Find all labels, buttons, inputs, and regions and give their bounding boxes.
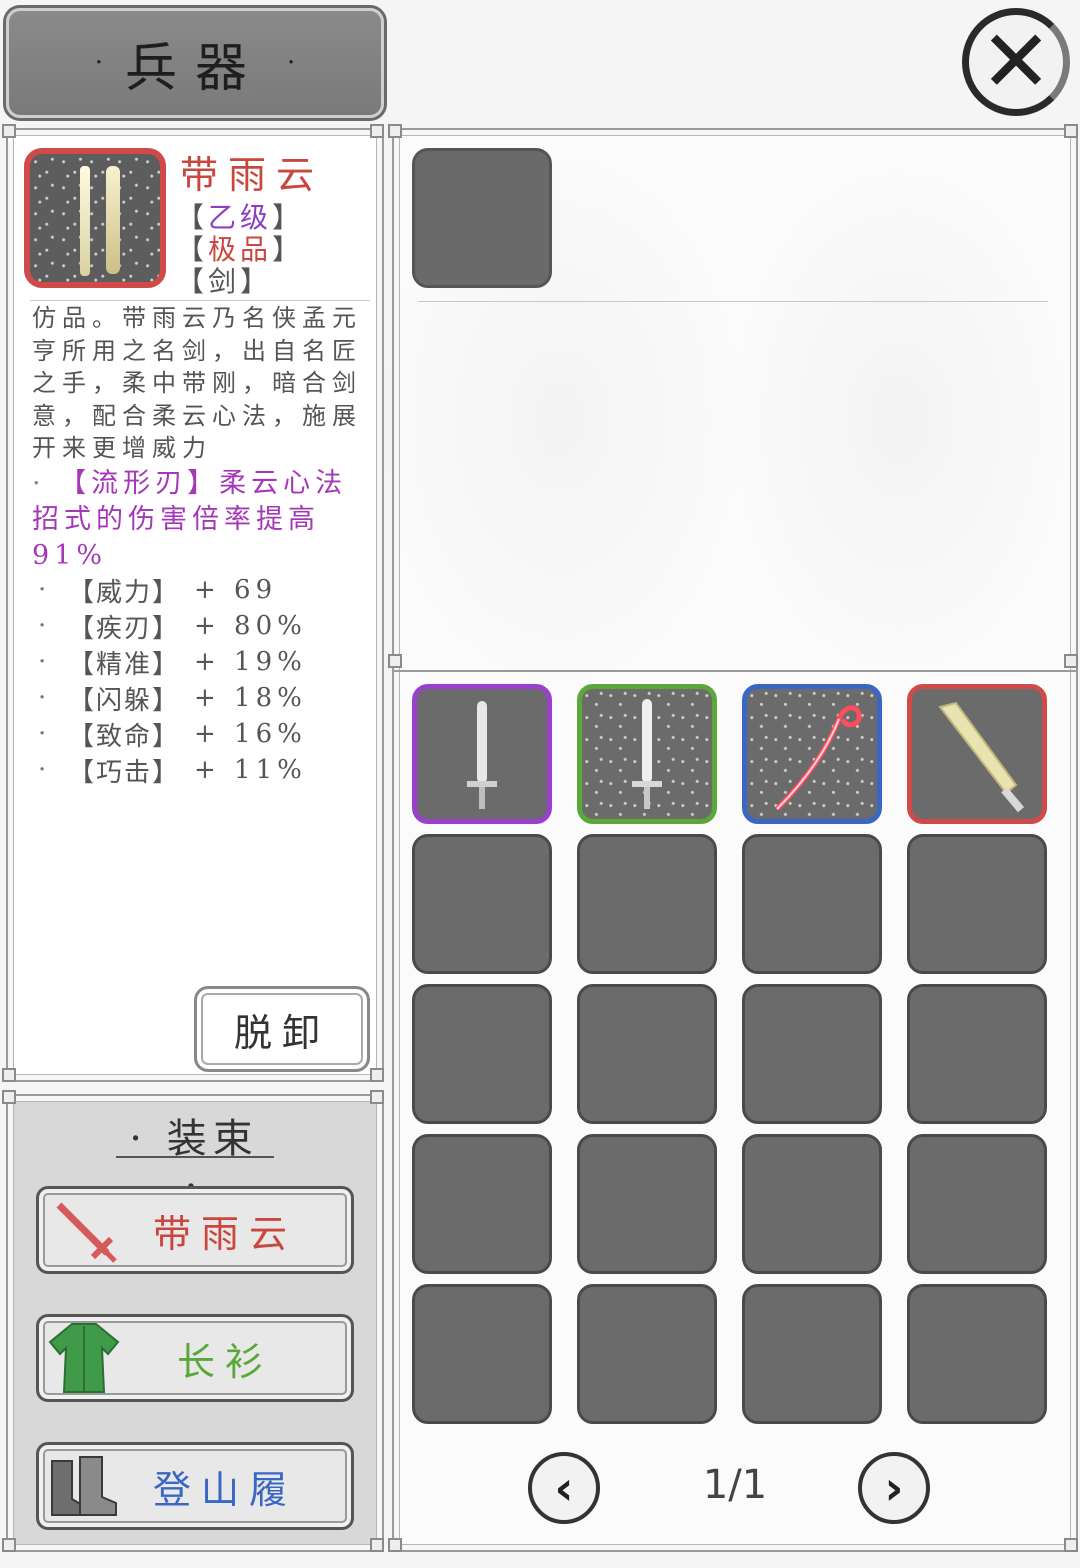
stat-bullet: · — [38, 575, 47, 605]
whip-sword-icon — [775, 705, 862, 811]
skill-bullet: · — [32, 468, 46, 499]
selected-item-icon — [24, 148, 166, 288]
inventory-slot-empty[interactable] — [742, 984, 882, 1124]
frame-corner — [1064, 1538, 1078, 1552]
stat-row: · 【疾刃】 + 80% — [38, 608, 368, 644]
stat-value: + 18% — [194, 683, 307, 713]
frame-corner — [370, 1538, 384, 1552]
stat-bullet: · — [38, 611, 47, 641]
outfit-slot-clothes[interactable]: 长衫 — [36, 1314, 354, 1402]
frame-corner — [2, 1090, 16, 1104]
chevron-left-icon: ‹ — [554, 1461, 574, 1515]
sword-icon — [632, 699, 662, 809]
unequip-button[interactable]: 脱卸 — [194, 986, 370, 1072]
stat-bullet: · — [38, 647, 47, 677]
inventory-slot[interactable] — [742, 684, 882, 824]
inventory-slot[interactable] — [577, 684, 717, 824]
inventory-slot-empty[interactable] — [577, 1284, 717, 1424]
stat-name: 【致命】 — [68, 721, 181, 752]
stat-row: · 【精准】 + 19% — [38, 644, 368, 680]
chevron-right-icon: › — [884, 1461, 904, 1515]
inventory-slot-empty[interactable] — [412, 984, 552, 1124]
boots-icon — [39, 1442, 129, 1530]
item-description: 仿品。带雨云乃名侠孟元亨所用之名剑，出自名匠之手，柔中带刚，暗合剑意，配合柔云心… — [32, 304, 362, 462]
title-dot-left: · — [94, 48, 103, 78]
inventory-slot-empty[interactable] — [907, 834, 1047, 974]
divider — [418, 301, 1048, 302]
frame-corner — [2, 1068, 16, 1082]
frame-corner — [1064, 124, 1078, 138]
robe-icon — [39, 1314, 129, 1402]
inventory-slot-empty[interactable] — [907, 1284, 1047, 1424]
inventory-slot-empty[interactable] — [742, 834, 882, 974]
frame-corner — [388, 654, 402, 668]
stat-value: + 69 — [194, 575, 278, 605]
stat-name: 【精准】 — [68, 649, 181, 680]
frame-corner — [388, 124, 402, 138]
inventory-slot-empty[interactable] — [742, 1134, 882, 1274]
outfit-slot-shoes[interactable]: 登山履 — [36, 1442, 354, 1530]
close-button[interactable]: ✕ — [962, 8, 1070, 116]
stat-name: 【疾刃】 — [68, 613, 181, 644]
sword-icon — [467, 701, 497, 809]
stat-value: + 80% — [194, 611, 307, 641]
sword-icon — [39, 1186, 129, 1274]
preview-slot — [412, 148, 552, 288]
frame-corner — [370, 124, 384, 138]
title-dot-right: · — [287, 48, 296, 78]
frame-corner — [370, 1068, 384, 1082]
inventory-slot-empty[interactable] — [577, 1134, 717, 1274]
inventory-slot-empty[interactable] — [577, 834, 717, 974]
outfit-slot-label: 长衫 — [176, 1339, 273, 1384]
stat-name: 【威力】 — [68, 577, 181, 608]
stat-name: 【闪躲】 — [68, 685, 181, 716]
item-name: 带雨云 — [180, 153, 325, 197]
outfit-slot-weapon[interactable]: 带雨云 — [36, 1186, 354, 1274]
stat-row: · 【致命】 + 16% — [38, 716, 368, 752]
inventory-slot-empty[interactable] — [412, 1134, 552, 1274]
item-type: 【剑】 — [176, 265, 273, 298]
stat-row: · 【威力】 + 69 — [38, 572, 368, 608]
broadsword-icon — [938, 701, 1025, 813]
inventory-slot-empty[interactable] — [907, 984, 1047, 1124]
item-skill: · 【流形刃】柔云心法招式的伤害倍率提高91% — [32, 466, 362, 574]
inventory-slot[interactable] — [907, 684, 1047, 824]
page-title-text: 兵器 — [124, 38, 265, 99]
frame-corner — [1064, 654, 1078, 668]
inventory-slot-empty[interactable] — [742, 1284, 882, 1424]
inventory-slot[interactable] — [412, 684, 552, 824]
stat-row: · 【闪躲】 + 18% — [38, 680, 368, 716]
inventory-slot-empty[interactable] — [412, 1284, 552, 1424]
next-page-button[interactable]: › — [858, 1452, 930, 1524]
stat-list: · 【威力】 + 69 · 【疾刃】 + 80% · 【精准】 + 19% · 【闪躲】 + 1… — [38, 572, 368, 788]
stat-value: + 11% — [194, 755, 307, 785]
outfit-title-underline — [116, 1156, 274, 1158]
frame-corner — [388, 1538, 402, 1552]
divider — [392, 670, 1078, 672]
sword-blade — [80, 166, 90, 276]
frame-corner — [2, 1538, 16, 1552]
inventory-slot-empty[interactable] — [577, 984, 717, 1124]
stat-bullet: · — [38, 755, 47, 785]
inventory-slot-empty[interactable] — [412, 834, 552, 974]
page-title: · 兵器 · — [3, 5, 387, 121]
stat-value: + 16% — [194, 719, 307, 749]
outfit-slot-label: 带雨云 — [152, 1211, 297, 1256]
divider — [30, 300, 370, 301]
close-icon: ✕ — [979, 12, 1053, 112]
outfit-slot-label: 登山履 — [152, 1467, 297, 1512]
inventory-slot-empty[interactable] — [907, 1134, 1047, 1274]
stat-bullet: · — [38, 683, 47, 713]
prev-page-button[interactable]: ‹ — [528, 1452, 600, 1524]
frame-corner — [370, 1090, 384, 1104]
page-indicator: 1/1 — [702, 1462, 768, 1508]
stat-name: 【巧击】 — [68, 757, 181, 788]
skill-text: 【流形刃】柔云心法招式的伤害倍率提高91% — [32, 468, 348, 571]
item-type-label: 剑 — [208, 265, 241, 298]
stat-row: · 【巧击】 + 11% — [38, 752, 368, 788]
stat-bullet: · — [38, 719, 47, 749]
stat-value: + 19% — [194, 647, 307, 677]
frame-corner — [2, 124, 16, 138]
sword-blade — [106, 166, 120, 274]
